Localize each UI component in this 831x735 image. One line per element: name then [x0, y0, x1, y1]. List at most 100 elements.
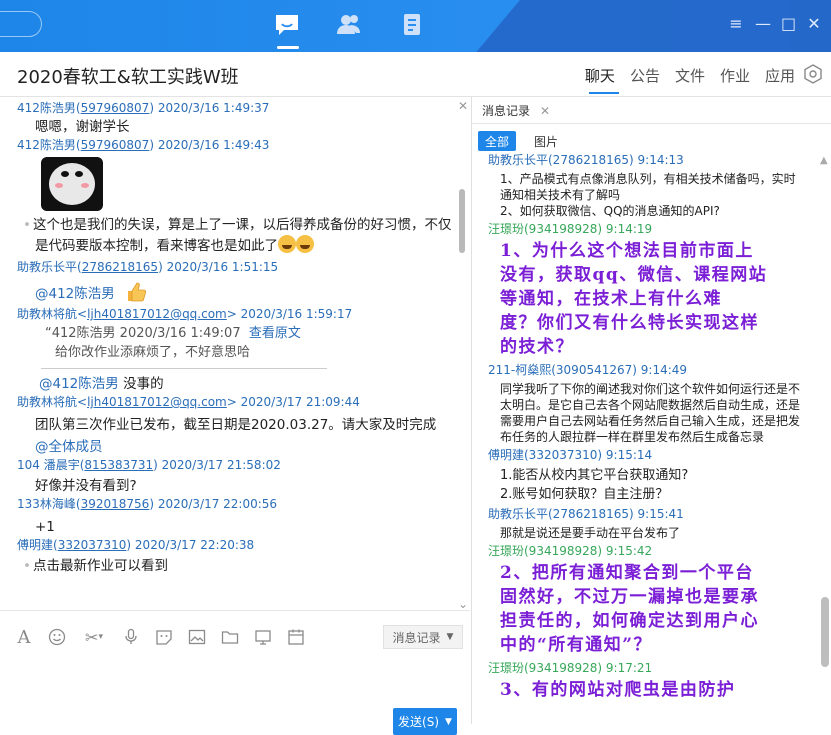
message-header: 104 潘晨宇(815383731) 2020/3/17 21:58:02 — [17, 458, 281, 472]
thumbs-up-icon — [128, 282, 147, 302]
history-item-header: 傅明建(332037310) 9:15:14 — [488, 448, 653, 462]
sender-name: 104 潘晨宇 — [17, 458, 80, 472]
sender-name: 助教林将航 — [17, 395, 78, 409]
image-icon[interactable] — [187, 627, 207, 647]
close-icon[interactable]: ✕ — [540, 104, 550, 118]
screen-share-icon[interactable] — [253, 627, 273, 647]
maximize-button[interactable]: □ — [781, 14, 796, 33]
scroll-up-icon[interactable]: ▲ — [820, 155, 828, 166]
history-list: 助教乐长平(2786218165) 9:14:13 1、产品模式有点像消息队列，… — [488, 153, 818, 706]
calendar-icon[interactable] — [286, 627, 306, 647]
tab-apps[interactable]: 应用 — [765, 65, 795, 86]
group-header: 2020春软工&软工实践W班 聊天 公告 文件 作业 应用 — [0, 52, 831, 97]
view-original-link[interactable]: 查看原文 — [249, 326, 301, 341]
history-item-text: 1、产品模式有点像消息队列，有相关技术储备吗，实时 通知相关技术有了解吗 2、如… — [500, 172, 796, 218]
sender-qq-link[interactable]: 597960807 — [81, 101, 150, 115]
history-scrollbar-thumb[interactable] — [821, 597, 829, 667]
sender-qq-link[interactable]: 332037310 — [58, 538, 127, 552]
message-time: 2020/3/17 21:58:02 — [161, 458, 281, 472]
menu-button[interactable]: ≡ — [729, 14, 743, 33]
history-item-header: 211-柯燊熙(3090541267) 9:14:49 — [488, 363, 688, 377]
settings-hex-icon[interactable] — [803, 64, 823, 84]
tab-chat[interactable]: 聊天 — [585, 65, 615, 86]
sender-qq-link[interactable]: 2786218165 — [82, 260, 158, 274]
quote-header: “412陈浩男 2020/3/16 1:49:07 — [45, 326, 241, 341]
message-text: @412陈浩男 — [17, 275, 457, 307]
message-header: 助教林将航<ljh401817012@qq.com> 2020/3/17 21:… — [17, 395, 360, 409]
search-pill[interactable] — [0, 11, 42, 37]
history-tab[interactable]: 消息记录 ✕ — [482, 102, 550, 119]
mention-tag[interactable]: @412陈浩男 — [39, 376, 119, 392]
chat-messages-panel[interactable]: 412陈浩男(597960807) 2020/3/16 1:49:37 嗯嗯，谢… — [0, 97, 470, 610]
sender-qq-link[interactable]: 392018756 — [81, 497, 150, 511]
message-header: 412陈浩男(597960807) 2020/3/16 1:49:43 — [17, 138, 270, 152]
sender-qq-link[interactable]: 815383731 — [84, 458, 153, 472]
filter-images-button[interactable]: 图片 — [534, 133, 558, 150]
message-history-panel[interactable]: 消息记录 ✕ 全部 图片 助教乐长平(2786218165) 9:14:13 1… — [471, 97, 831, 724]
chevron-down-icon: ▼ — [446, 632, 454, 642]
message-text: • 点击最新作业可以看到 — [17, 553, 457, 577]
history-item-text: 同学我听了下你的阐述我对你们这个软件如何运行还是不 太明白。是它自己去各个网站爬… — [500, 382, 801, 444]
minimize-button[interactable]: — — [755, 14, 771, 33]
mic-icon[interactable] — [121, 627, 141, 647]
sender-name: 412陈浩男 — [17, 101, 76, 115]
group-tabs: 聊天 公告 文件 作业 应用 — [585, 65, 795, 86]
folder-icon[interactable] — [220, 627, 240, 647]
message-text: @全体成员 — [17, 436, 457, 458]
close-icon[interactable]: ✕ — [458, 99, 468, 113]
contacts-icon[interactable] — [334, 12, 364, 38]
mention-tag[interactable]: @412陈浩男 — [35, 286, 115, 302]
close-button[interactable]: ✕ — [807, 14, 821, 33]
quote-text: 给你改作业添麻烦了，不好意思哈 — [55, 345, 251, 360]
tab-homework[interactable]: 作业 — [720, 65, 750, 86]
history-item-text: 1.能否从校内其它平台获取通知? 2.账号如何获取？自主注册？ — [500, 468, 689, 502]
message-header: 133林海峰(392018756) 2020/3/17 22:00:56 — [17, 497, 278, 511]
scissors-icon[interactable]: ✂ ▾ — [80, 627, 108, 647]
sender-name: 傅明建 — [17, 538, 54, 552]
divider — [472, 123, 831, 124]
message-text: +1 — [35, 519, 55, 535]
laugh-emoji-icon — [296, 235, 314, 253]
history-item-highlight-text: 3、有的网站对爬虫是由防护 — [500, 680, 736, 700]
message-input-area[interactable]: A ✂ ▾ 消息记录 ▼ 发送(S) ▼ — [0, 610, 470, 735]
message-text: 好像并没有看到? — [35, 478, 137, 494]
message-time: 2020/3/16 1:49:43 — [157, 138, 270, 152]
emoji-icon[interactable] — [47, 627, 67, 647]
sender-qq-link[interactable]: 597960807 — [81, 138, 150, 152]
font-icon[interactable]: A — [14, 627, 34, 648]
bullet-dot: • — [23, 558, 31, 574]
sticker-icon[interactable] — [154, 627, 174, 647]
panda-meme-image[interactable] — [41, 157, 103, 211]
laugh-emoji-icon — [278, 235, 296, 253]
send-button[interactable]: 发送(S) ▼ — [393, 708, 457, 735]
tab-files[interactable]: 文件 — [675, 65, 705, 86]
chat-scrollbar-thumb[interactable] — [459, 189, 465, 253]
chat-bubble-icon[interactable] — [272, 12, 302, 38]
sender-name: 133林海峰 — [17, 497, 76, 511]
quote-divider — [41, 368, 327, 369]
history-item-header: 汪璟玢(934198928) 9:14:19 — [488, 222, 653, 236]
sender-name: 助教乐长平 — [17, 260, 78, 274]
filter-all-button[interactable]: 全部 — [478, 131, 516, 151]
top-bar: ≡ — □ ✕ — [0, 0, 831, 52]
chevron-down-icon[interactable]: ⌄ — [458, 597, 468, 610]
window-controls: ≡ — □ ✕ — [729, 14, 821, 33]
history-item-highlight-text: 2、把所有通知聚合到一个平台 固然好，不过万一漏掉也是要承 担责任的，如何确定达… — [500, 563, 759, 655]
message-time: 2020/3/16 1:51:15 — [166, 260, 279, 274]
tab-announcement[interactable]: 公告 — [630, 65, 660, 86]
sender-name: 412陈浩男 — [17, 138, 76, 152]
message-time: 2020/3/17 21:09:44 — [240, 395, 360, 409]
message-time: 2020/3/17 22:00:56 — [157, 497, 278, 511]
message-header: 412陈浩男(597960807) 2020/3/16 1:49:37 — [17, 101, 270, 115]
message-history-label: 消息记录 — [392, 630, 441, 645]
message-time: 2020/3/16 1:49:37 — [157, 101, 270, 115]
input-toolbar: A ✂ ▾ — [14, 627, 306, 648]
sender-qq-link[interactable]: ljh401817012@qq.com — [87, 395, 227, 409]
sender-qq-link[interactable]: ljh401817012@qq.com — [87, 307, 227, 321]
bullet-dot: • — [23, 217, 31, 233]
mention-all-tag[interactable]: @全体成员 — [35, 439, 103, 455]
quoted-message: “412陈浩男 2020/3/16 1:49:07 查看原文 给你改作业添麻烦了… — [45, 324, 457, 362]
history-tab-label: 消息记录 — [482, 104, 531, 118]
document-icon[interactable] — [397, 12, 427, 38]
message-history-button[interactable]: 消息记录 ▼ — [383, 625, 463, 649]
